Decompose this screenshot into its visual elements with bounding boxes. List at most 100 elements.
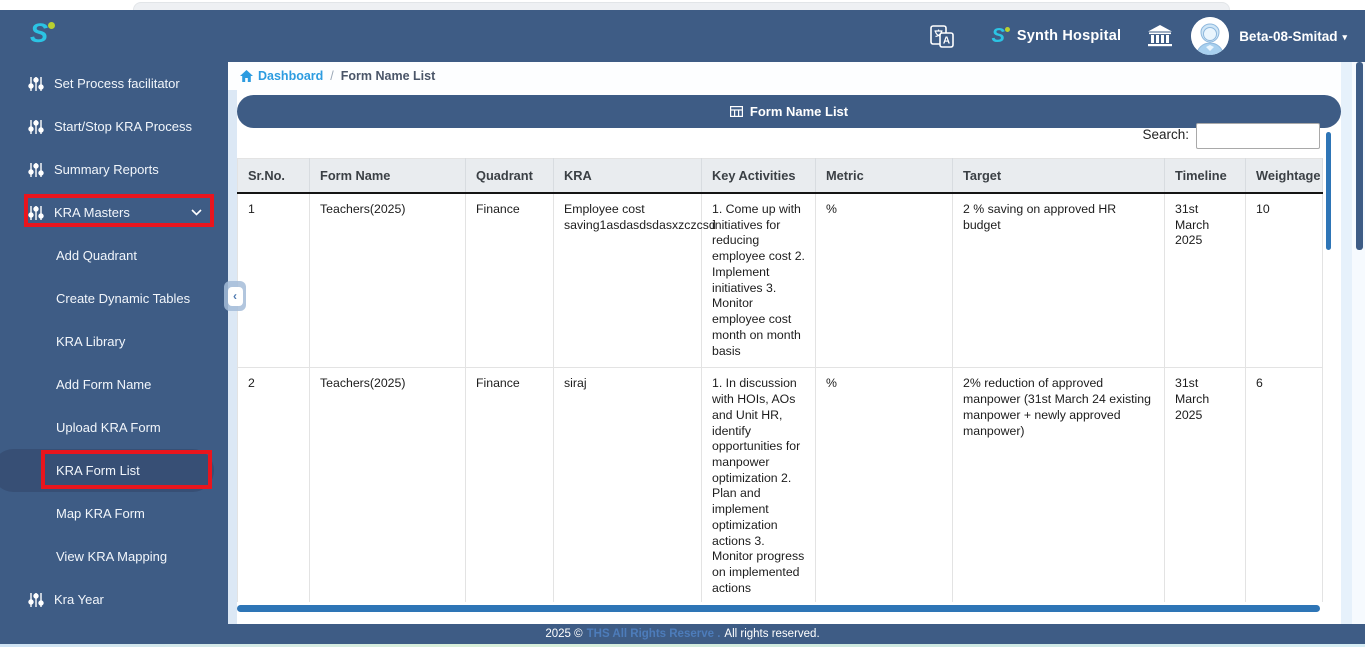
right-gutter [1341,62,1365,624]
panel-title: Form Name List [749,104,849,119]
cell-timeline[interactable]: 31st March 2025 [1164,367,1246,602]
caret-down-icon: ▾ [1342,31,1347,42]
sidebar-subitem-label: Map KRA Form [56,506,145,521]
sidebar-subitem-label: Add Form Name [56,377,152,392]
browser-tab-shape [133,2,1230,10]
cell-key-activities[interactable]: 1. Come up with initiatives for reducing… [701,193,816,369]
cell-target[interactable]: 2 % saving on approved HR budget [952,193,1165,369]
sidebar-item-kra-year[interactable]: Kra Year [0,578,228,621]
footer-suffix: All rights reserved. [724,628,820,640]
panel-title-bar: Form Name List [237,95,1341,128]
hospital-logo[interactable]: S [991,24,1010,48]
sliders-icon [28,76,44,91]
cell-weightage[interactable]: 10 [1245,193,1323,369]
sidebar-subitem-label: Create Dynamic Tables [56,291,191,306]
sidebar-item-kra-masters[interactable]: KRA Masters [0,191,228,234]
cell-metric[interactable]: % [815,367,953,602]
col-header-metric[interactable]: Metric [815,158,953,194]
user-menu[interactable]: Beta-08-Smitad ▾ [1239,29,1347,44]
hospital-logo-letter: S [991,24,1005,47]
sidebar-subitem-add-quadrant[interactable]: Add Quadrant [0,234,228,277]
sidebar-subitem-kra-form-list[interactable]: KRA Form List [0,449,214,492]
sidebar-subitem-label: Upload KRA Form [56,420,161,435]
cell-timeline[interactable]: 31st March 2025 [1164,193,1246,369]
breadcrumb-dashboard-link[interactable]: Dashboard [240,69,323,83]
collapse-chevron-icon: ‹ [227,286,243,306]
institution-icon[interactable] [1147,25,1173,47]
footer-prefix: 2025 © [545,628,583,640]
sidebar-item-summary-reports[interactable]: Summary Reports [0,148,228,191]
sliders-icon [28,162,44,177]
cell-metric[interactable]: % [815,193,953,369]
sidebar-subitem-label: Add Quadrant [56,248,137,263]
cell-kra-link[interactable]: Employee cost saving1asdasdsdasxzczcsd [553,193,716,369]
cell-kra-link[interactable]: siraj [553,367,702,602]
cell-weightage[interactable]: 6 [1245,367,1323,602]
sidebar-collapse-button[interactable]: ‹ [224,281,246,311]
table-header-row: Sr.No. Form Name Quadrant KRA Key Activi… [237,158,1323,194]
sidebar-item-label: Start/Stop KRA Process [54,119,193,134]
hospital-name: Synth Hospital [1016,28,1122,44]
sidebar-item-label: Kra Year [54,592,104,607]
cell-key-activities[interactable]: 1. In discussion with HOIs, AOs and Unit… [701,367,816,602]
user-avatar[interactable] [1191,17,1230,55]
sliders-icon [28,592,44,607]
breadcrumb-separator: / [330,69,334,83]
sidebar-item-label: Set Process facilitator [54,76,180,91]
sidebar-subitem-view-kra-mapping[interactable]: View KRA Mapping [0,535,228,578]
col-header-key-activities[interactable]: Key Activities [701,158,816,194]
col-header-quadrant[interactable]: Quadrant [465,158,554,194]
sidebar-item-label: KRA Masters [54,205,130,220]
sliders-icon [28,119,44,134]
sidebar-subitem-label: KRA Form List [56,463,140,478]
search-label: Search: [1142,127,1189,142]
footer: 2025 © THS All Rights Reserve . All righ… [0,624,1365,644]
col-header-target[interactable]: Target [952,158,1165,194]
cell-form-name: Teachers(2025) [309,193,466,369]
sidebar-item-label: Summary Reports [54,162,159,177]
cell-form-name: Teachers(2025) [309,367,466,602]
sidebar-item-start-stop-kra-process[interactable]: Start/Stop KRA Process [0,105,228,148]
horizontal-scrollbar-thumb[interactable] [237,605,1320,612]
brand-dot-icon [48,22,56,29]
chevron-down-icon [191,209,202,216]
col-header-timeline[interactable]: Timeline [1164,158,1246,194]
cell-quadrant: Finance [465,367,554,602]
brand-letter: S [30,18,49,48]
sidebar-subitem-map-kra-form[interactable]: Map KRA Form [0,492,228,535]
translate-icon[interactable]: A [929,23,956,50]
form-name-list-table: Sr.No. Form Name Quadrant KRA Key Activi… [237,158,1323,602]
sidebar-subitem-kra-library[interactable]: KRA Library [0,320,228,363]
table-vertical-scrollbar-thumb[interactable] [1326,132,1331,250]
breadcrumb-current: Form Name List [340,69,436,83]
cell-quadrant: Finance [465,193,554,369]
footer-link[interactable]: THS All Rights Reserve . [587,628,721,640]
sidebar-subitem-add-form-name[interactable]: Add Form Name [0,363,228,406]
col-header-form-name[interactable]: Form Name [309,158,466,194]
cell-sr-no: 1 [237,193,310,369]
main-content: Dashboard / Form Name List Form Name Lis… [228,62,1365,624]
cell-target[interactable]: 2% reduction of approved manpower (31st … [952,367,1165,602]
sidebar-item-set-process-facilitator[interactable]: Set Process facilitator [0,62,228,105]
sidebar-subitem-label: KRA Library [56,334,126,349]
cell-sr-no: 2 [237,367,310,602]
sliders-icon [28,205,44,220]
brand-logo[interactable]: S [30,18,56,49]
topbar: S A S Synth Hospital Beta-08-Smitad ▾ [0,10,1365,62]
browser-top-strip [0,0,1365,10]
app-page: S A S Synth Hospital Beta-08-Smitad ▾ Se… [0,0,1365,647]
page-scrollbar-track[interactable] [1352,62,1365,624]
col-header-sr-no[interactable]: Sr.No. [237,158,310,194]
search-input[interactable] [1196,123,1320,149]
sidebar-subitem-create-dynamic-tables[interactable]: Create Dynamic Tables [0,277,228,320]
col-header-weightage[interactable]: Weightage [1245,158,1323,194]
table-row: 2 Teachers(2025) Finance siraj 1. In dis… [237,367,1323,602]
sidebar: Set Process facilitator Start/Stop KRA P… [0,62,228,624]
left-gutter [228,90,237,624]
table-row: 1 Teachers(2025) Finance Employee cost s… [237,193,1323,369]
table-scroll-area[interactable]: Sr.No. Form Name Quadrant KRA Key Activi… [237,158,1323,602]
page-scrollbar-thumb[interactable] [1356,62,1363,250]
sidebar-subitem-upload-kra-form[interactable]: Upload KRA Form [0,406,228,449]
home-icon [240,70,253,82]
col-header-kra[interactable]: KRA [553,158,702,194]
